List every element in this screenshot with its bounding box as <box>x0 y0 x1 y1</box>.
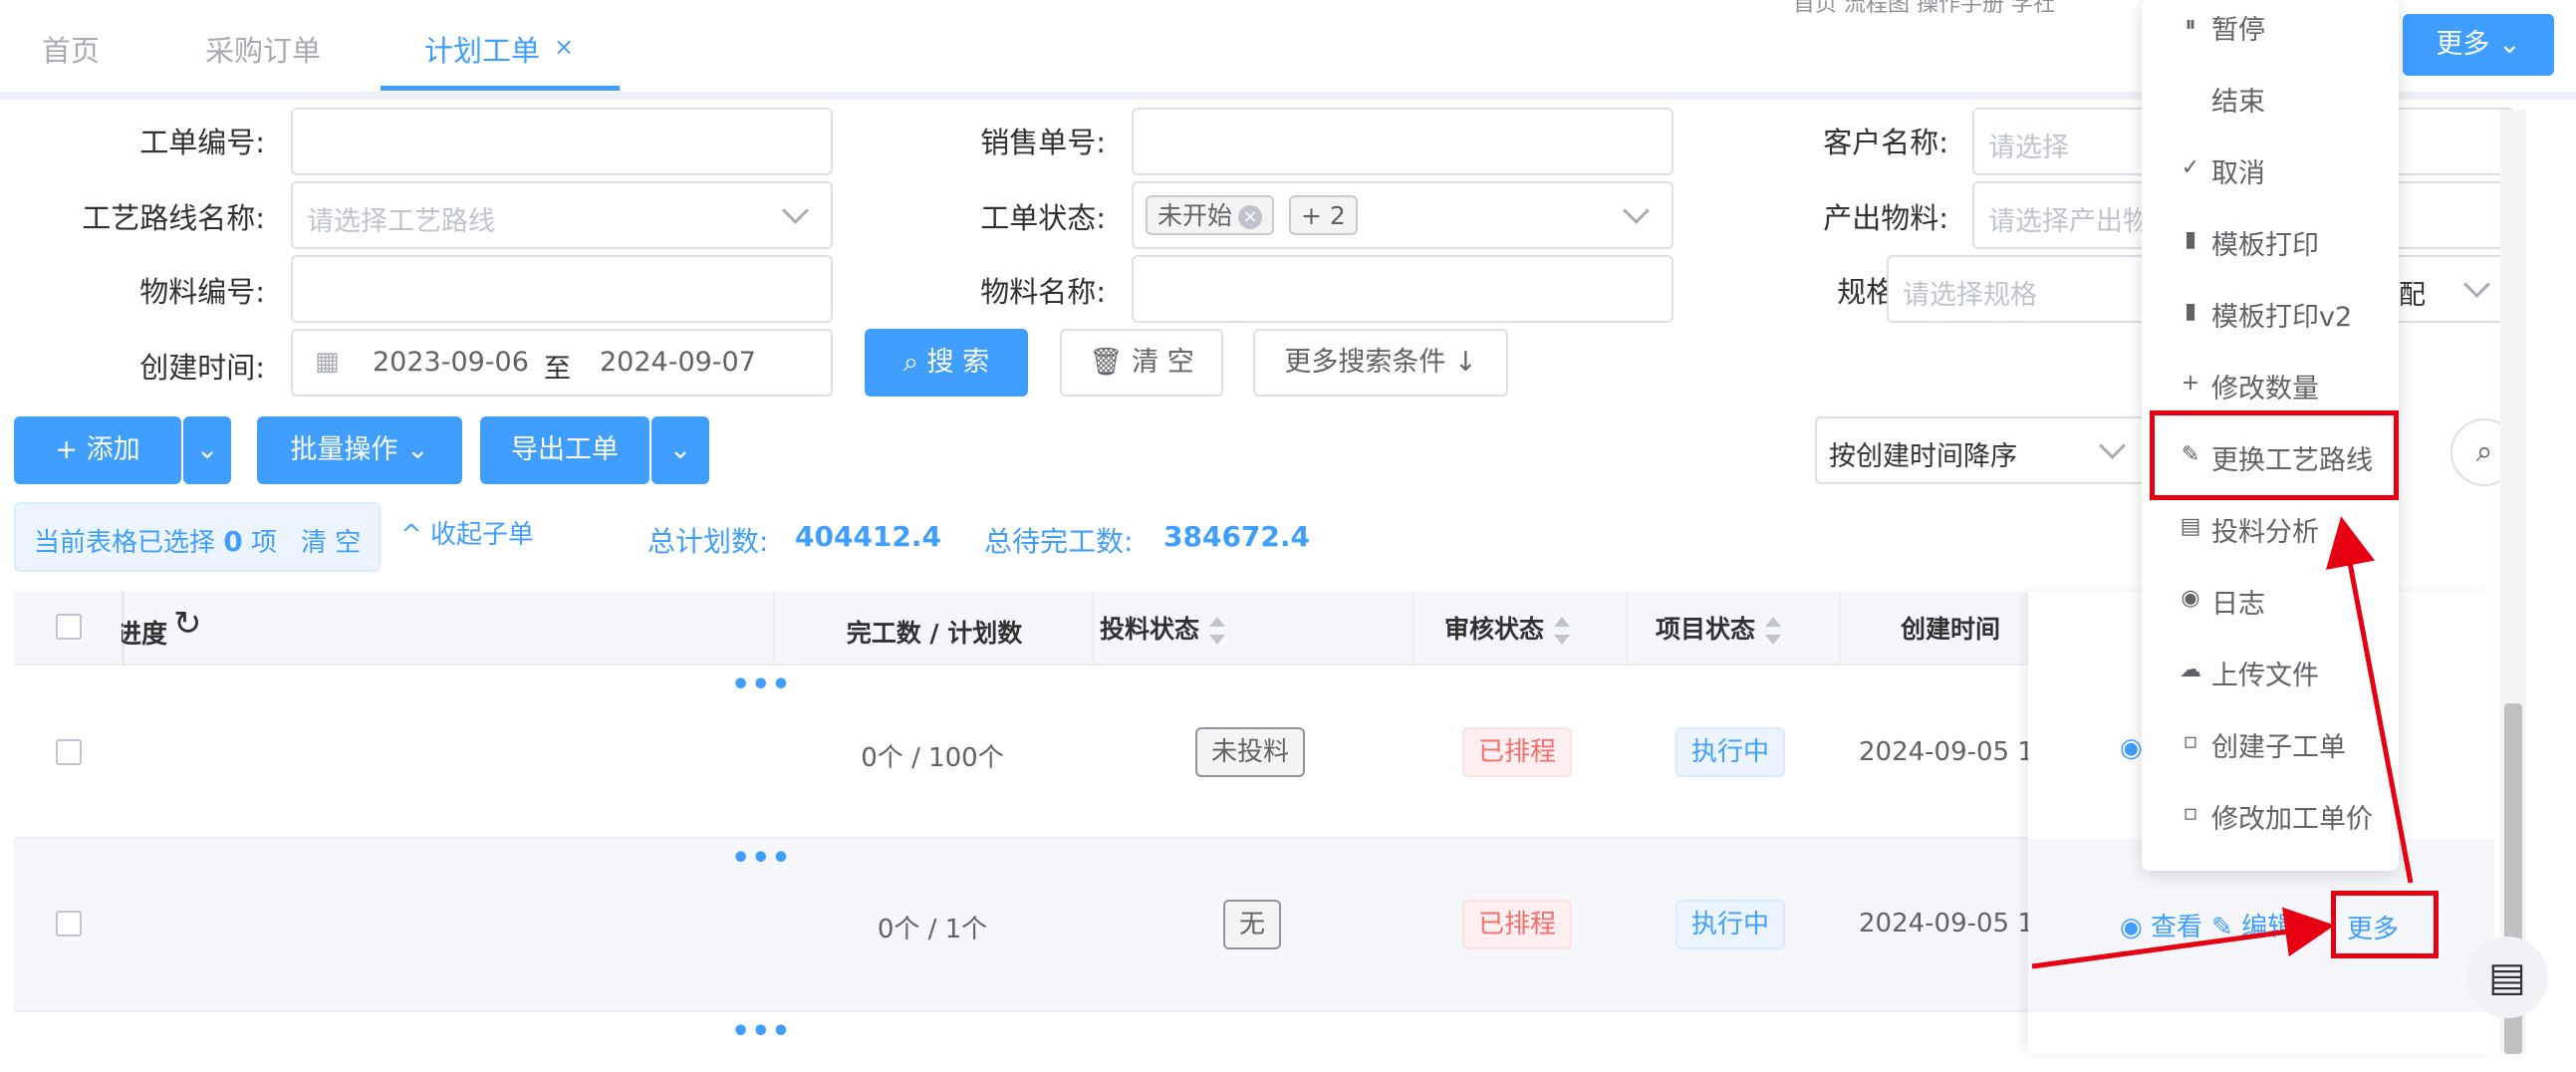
annotation-arrows <box>2031 516 2414 969</box>
arrow-to-change-route <box>2325 516 2414 884</box>
arrow-to-more <box>2031 907 2335 969</box>
